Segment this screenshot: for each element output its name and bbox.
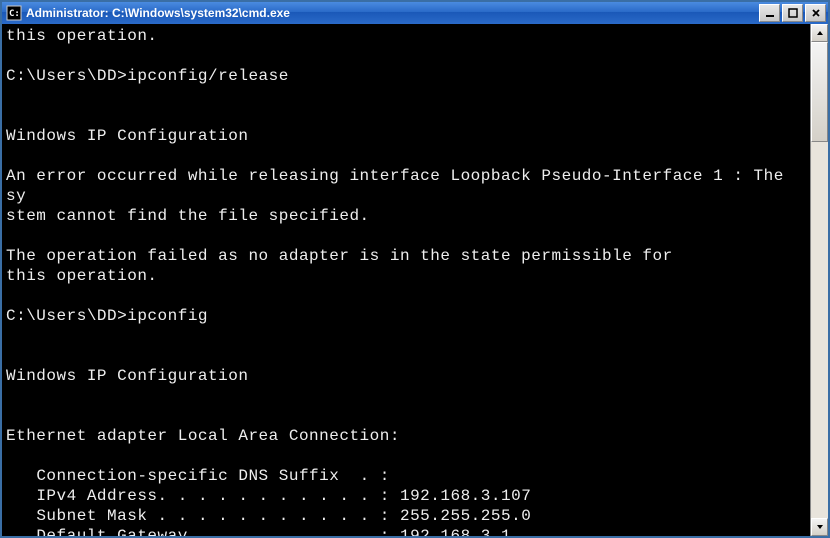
error-text: this operation. xyxy=(6,267,158,285)
section-header: Windows IP Configuration xyxy=(6,127,248,145)
window-controls xyxy=(757,4,826,22)
prompt: C:\Users\DD> xyxy=(6,67,127,85)
scroll-track[interactable] xyxy=(811,42,828,518)
svg-text:C:: C: xyxy=(9,9,20,19)
subnet-line: Subnet Mask . . . . . . . . . . . : 255.… xyxy=(6,507,531,525)
command-text: ipconfig xyxy=(127,307,208,325)
adapter-header: Ethernet adapter Local Area Connection: xyxy=(6,427,400,445)
scroll-thumb[interactable] xyxy=(811,42,828,142)
titlebar[interactable]: C: Administrator: C:\Windows\system32\cm… xyxy=(2,2,828,24)
maximize-button[interactable] xyxy=(782,4,803,22)
cmd-window: C: Administrator: C:\Windows\system32\cm… xyxy=(0,0,830,538)
close-button[interactable] xyxy=(805,4,826,22)
scroll-up-button[interactable] xyxy=(811,24,828,42)
text-line: this operation. xyxy=(6,27,158,45)
minimize-button[interactable] xyxy=(759,4,780,22)
scroll-down-button[interactable] xyxy=(811,518,828,536)
section-header: Windows IP Configuration xyxy=(6,367,248,385)
dns-suffix-line: Connection-specific DNS Suffix . : xyxy=(6,467,390,485)
client-area: this operation. C:\Users\DD>ipconfig/rel… xyxy=(2,24,828,536)
command-text: ipconfig/release xyxy=(127,67,289,85)
ipv4-line: IPv4 Address. . . . . . . . . . . : 192.… xyxy=(6,487,531,505)
error-text: The operation failed as no adapter is in… xyxy=(6,247,673,265)
prompt: C:\Users\DD> xyxy=(6,307,127,325)
window-title: Administrator: C:\Windows\system32\cmd.e… xyxy=(26,6,757,20)
vertical-scrollbar[interactable] xyxy=(810,24,828,536)
terminal-output[interactable]: this operation. C:\Users\DD>ipconfig/rel… xyxy=(2,24,810,536)
gateway-line: Default Gateway . . . . . . . . . : 192.… xyxy=(6,527,511,536)
error-text: stem cannot find the file specified. xyxy=(6,207,370,225)
error-text: An error occurred while releasing interf… xyxy=(6,167,794,205)
cmd-icon: C: xyxy=(6,5,22,21)
